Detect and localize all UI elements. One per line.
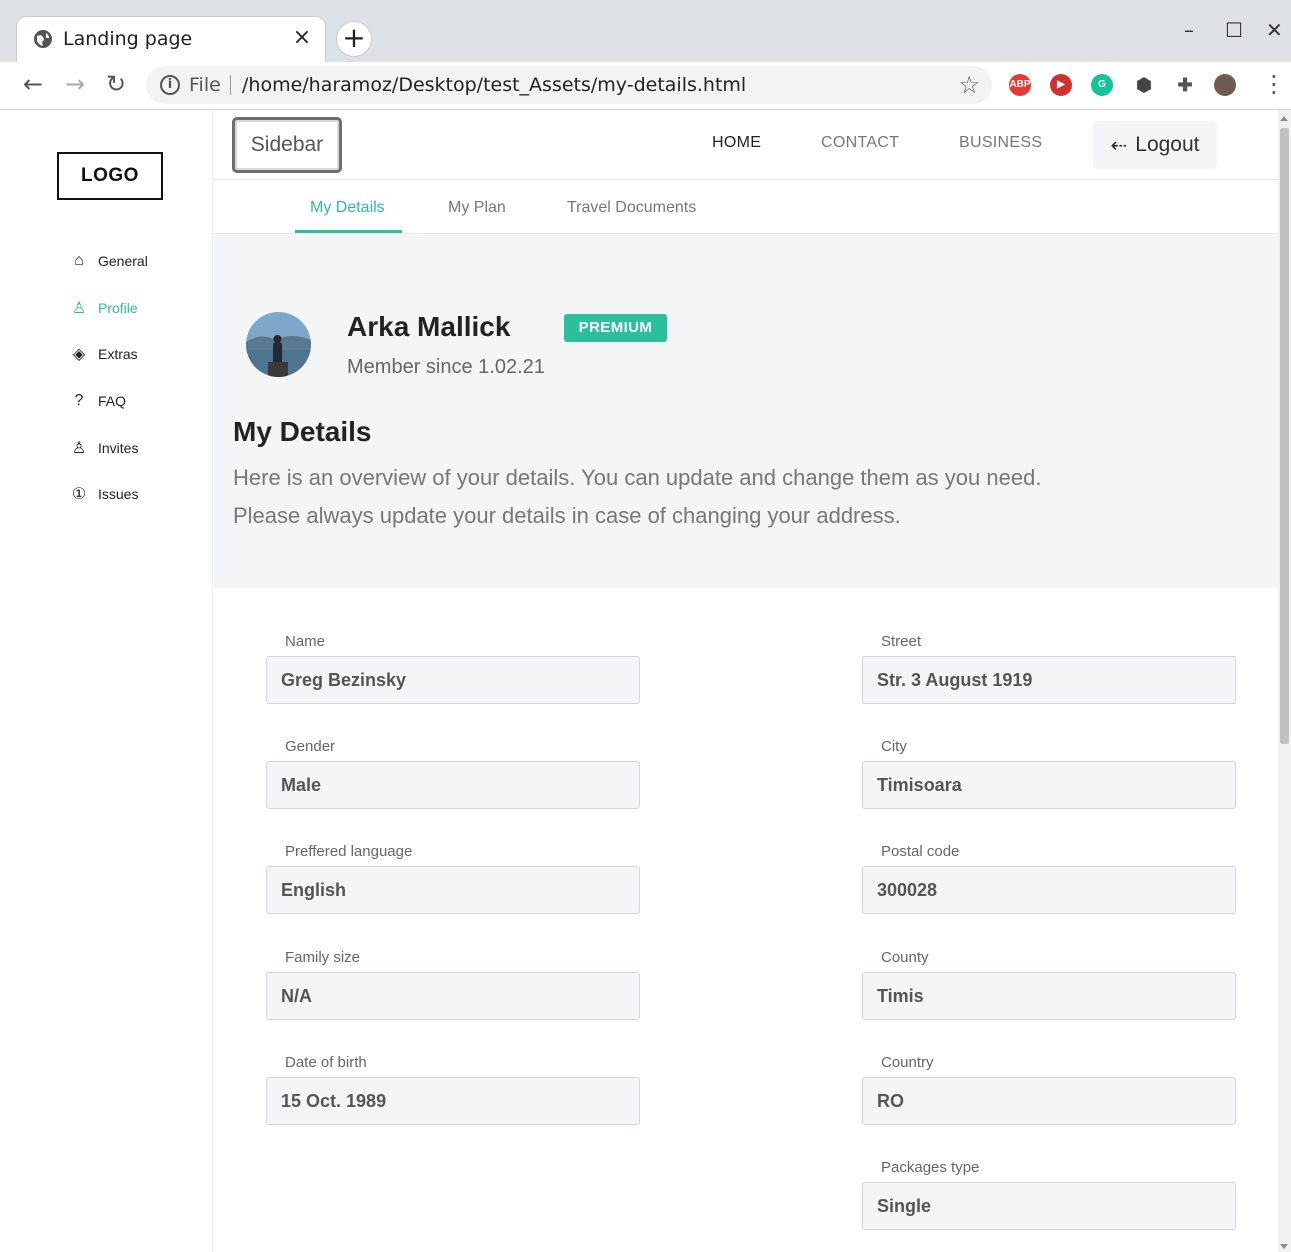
sidebar-item-label: Profile <box>98 300 138 316</box>
gender-field[interactable]: Male <box>266 761 640 809</box>
sidebar-item-label: Extras <box>98 346 138 362</box>
field-label: Postal code <box>881 843 960 860</box>
family-size-field[interactable]: N/A <box>266 972 640 1020</box>
field-label: Street <box>881 633 922 650</box>
page-scrollbar[interactable] <box>1278 110 1291 1252</box>
sidebar-item-invites[interactable]: ♙ Invites <box>68 436 139 460</box>
question-icon: ? <box>74 392 84 409</box>
nav-business-link[interactable]: BUSINESS <box>959 134 1042 152</box>
tab-my-details[interactable]: My Details <box>310 199 385 217</box>
city-field[interactable]: Timisoara <box>862 761 1236 809</box>
field-label: Packages type <box>881 1159 980 1176</box>
back-arrow-icon[interactable]: ← <box>18 70 48 98</box>
address-separator <box>230 75 231 95</box>
profile-header: Arka Mallick PREMIUM Member since 1.02.2… <box>214 235 1278 588</box>
street-field[interactable]: Str. 3 August 1919 <box>862 656 1236 704</box>
description-line: Please always update your details in cas… <box>233 503 901 528</box>
sidebar-item-label: Issues <box>98 486 139 502</box>
logo[interactable]: LOGO <box>57 152 163 200</box>
field-label: City <box>881 738 907 755</box>
date-of-birth-field[interactable]: 15 Oct. 1989 <box>266 1077 640 1125</box>
browser-tab[interactable]: Landing page × <box>16 16 326 62</box>
sidebar-item-faq[interactable]: ? FAQ <box>68 389 126 413</box>
bookmark-star-icon[interactable]: ☆ <box>958 71 980 100</box>
tab-my-plan[interactable]: My Plan <box>448 199 506 217</box>
county-field[interactable]: Timis <box>862 972 1236 1020</box>
description-line: Here is an overview of your details. You… <box>233 465 1042 490</box>
field-label: Family size <box>285 949 361 966</box>
browser-toolbar: ← → ↻ i File /home/haramoz/Desktop/test_… <box>0 62 1291 110</box>
file-label: File <box>189 74 221 96</box>
video-extension-icon[interactable]: ▶ <box>1050 74 1072 96</box>
section-description: Here is an overview of your details. You… <box>233 459 1233 535</box>
browser-chrome: Landing page × + – ☐ ✕ ← → ↻ i File /hom… <box>0 0 1291 110</box>
scroll-up-arrow-icon[interactable] <box>1280 116 1288 121</box>
preffered-language-field[interactable]: English <box>266 866 640 914</box>
sidebar: LOGO ⌂ General ♙ Profile ◈ Extras? FAQ ♙ Invites… <box>0 110 213 1252</box>
sidebar-item-label: Invites <box>98 440 139 456</box>
nav-contact-link[interactable]: CONTACT <box>821 134 899 152</box>
minimize-button[interactable]: – <box>1184 18 1194 42</box>
field-label: Date of birth <box>285 1054 367 1071</box>
sidebar-item-general[interactable]: ⌂ General <box>68 249 148 273</box>
cube-extension-icon[interactable]: ⬢ <box>1133 74 1155 96</box>
postal-code-field[interactable]: 300028 <box>862 866 1236 914</box>
scroll-down-arrow-icon[interactable] <box>1280 1244 1288 1249</box>
country-field[interactable]: RO <box>862 1077 1236 1125</box>
sidebar-toggle-button[interactable]: Sidebar <box>232 117 342 173</box>
forward-arrow-icon[interactable]: → <box>60 70 90 98</box>
reload-icon[interactable]: ↻ <box>101 70 131 98</box>
info-circle-icon: ① <box>71 486 87 503</box>
globe-icon <box>34 30 52 48</box>
logout-label: Logout <box>1135 133 1200 156</box>
name-field[interactable]: Greg Bezinsky <box>266 656 640 704</box>
sidebar-item-extras[interactable]: ◈ Extras <box>68 342 138 366</box>
user-icon: ♙ <box>71 300 87 317</box>
diamond-icon: ◈ <box>72 346 86 363</box>
home-icon: ⌂ <box>74 252 84 269</box>
sidebar-item-label: General <box>98 253 148 269</box>
field-label: Country <box>881 1054 934 1071</box>
window-close-button[interactable]: ✕ <box>1266 18 1283 42</box>
url-text[interactable]: /home/haramoz/Desktop/test_Assets/my-det… <box>242 74 746 96</box>
packages-type-field[interactable]: Single <box>862 1182 1236 1230</box>
puzzle-extensions-icon[interactable]: ✚ <box>1174 74 1196 96</box>
user-name: Arka Mallick <box>347 311 511 342</box>
field-label: Name <box>285 633 326 650</box>
user-add-icon: ♙ <box>71 440 87 457</box>
main-content: Sidebar HOME CONTACT BUSINESS ⇠ Logout M… <box>214 110 1278 1252</box>
top-navbar: Sidebar HOME CONTACT BUSINESS ⇠ Logout <box>214 110 1278 180</box>
avatar <box>246 312 311 377</box>
field-label: Gender <box>285 738 336 755</box>
scrollbar-thumb[interactable] <box>1280 128 1289 744</box>
subtab-bar: My Details My Plan Travel Documents <box>214 181 1278 234</box>
sidebar-item-label: FAQ <box>98 393 127 409</box>
tab-close-icon[interactable]: × <box>289 25 315 50</box>
field-label: County <box>881 949 929 966</box>
section-title: My Details <box>233 416 372 447</box>
browser-menu-icon[interactable]: ⋮ <box>1262 70 1286 98</box>
member-since: Member since 1.02.21 <box>347 356 545 378</box>
address-bar[interactable]: i File /home/haramoz/Desktop/test_Assets… <box>146 66 992 104</box>
tab-travel-documents[interactable]: Travel Documents <box>567 199 696 217</box>
profile-avatar-icon[interactable] <box>1214 74 1236 96</box>
new-tab-button[interactable]: + <box>336 21 372 57</box>
sidebar-item-issues[interactable]: ① Issues <box>68 482 139 506</box>
active-tab-indicator <box>295 230 402 233</box>
logout-button[interactable]: ⇠ Logout <box>1093 121 1217 169</box>
field-label: Preffered language <box>285 843 413 860</box>
adblock-plus-icon[interactable]: ABP <box>1009 74 1031 96</box>
tab-strip: Landing page × + – ☐ ✕ <box>0 0 1291 62</box>
sidebar-item-profile[interactable]: ♙ Profile <box>68 296 138 320</box>
maximize-button[interactable]: ☐ <box>1225 18 1243 42</box>
grammarly-icon[interactable]: G <box>1091 74 1113 96</box>
premium-badge: PREMIUM <box>564 314 667 342</box>
logout-icon: ⇠ <box>1110 134 1128 157</box>
tab-title: Landing page <box>63 28 193 50</box>
info-icon[interactable]: i <box>160 75 180 95</box>
nav-home-link[interactable]: HOME <box>712 134 761 152</box>
